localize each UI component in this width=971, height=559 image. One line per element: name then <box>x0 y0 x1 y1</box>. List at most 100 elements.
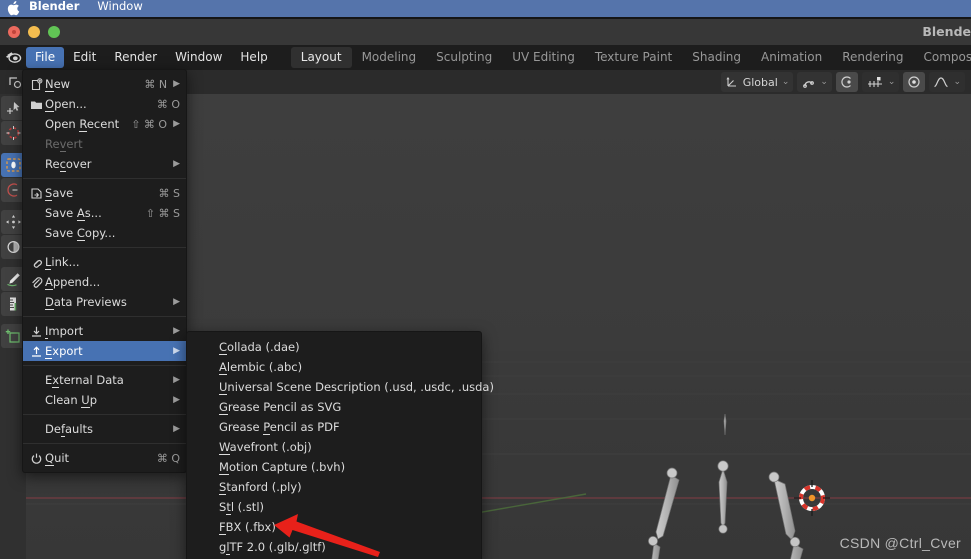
export-item-stanford-ply[interactable]: Stanford (.ply) <box>187 477 481 497</box>
menu-item-label: Save As... <box>45 206 102 221</box>
submenu-arrow-icon: ▶ <box>173 326 180 336</box>
rotate-icon <box>6 183 17 197</box>
menu-item-save[interactable]: Save ⌘ S <box>23 183 186 203</box>
menu-item-recover[interactable]: Recover ▶ <box>23 154 186 174</box>
system-menu-blender[interactable]: Blender <box>20 0 88 13</box>
file-menu-dropdown: New ⌘ N ▶ Open... ⌘ O Open Recent ⇧ ⌘ O … <box>22 69 187 473</box>
menu-item-append[interactable]: Append... <box>23 272 186 292</box>
export-item-fbx[interactable]: FBX (.fbx) <box>187 517 481 537</box>
menu-item-label: Grease Pencil as PDF <box>219 420 340 435</box>
menu-item-defaults[interactable]: Defaults ▶ <box>23 419 186 439</box>
chevron-down-icon[interactable]: ⌄ <box>782 77 790 87</box>
menu-separator <box>23 443 186 444</box>
submenu-arrow-icon: ▶ <box>173 424 180 434</box>
3d-cursor-icon <box>6 126 20 140</box>
menu-item-export[interactable]: Export ▶ <box>23 341 186 361</box>
menu-item-save-as[interactable]: Save As... ⇧ ⌘ S <box>23 203 186 223</box>
menu-item-label: Save Copy... <box>45 226 116 241</box>
export-item-stl[interactable]: Stl (.stl) <box>187 497 481 517</box>
export-item-gltf[interactable]: glTF 2.0 (.glb/.gltf) <box>187 537 481 557</box>
chevron-down-icon[interactable]: ⌄ <box>953 77 961 87</box>
tab-texture-paint[interactable]: Texture Paint <box>585 47 682 68</box>
menu-item-label: Stanford (.ply) <box>219 480 302 495</box>
chevron-down-icon[interactable]: ⌄ <box>888 77 896 87</box>
menu-item-clean-up[interactable]: Clean Up ▶ <box>23 390 186 410</box>
menu-item-quit[interactable]: Quit ⌘ Q <box>23 448 186 468</box>
magnet-icon <box>803 81 815 88</box>
tab-rendering[interactable]: Rendering <box>832 47 913 68</box>
transform-icon <box>6 240 20 254</box>
menu-item-label: Append... <box>45 275 101 290</box>
menu-help[interactable]: Help <box>231 47 276 68</box>
menu-separator <box>23 247 186 248</box>
chevron-down-icon[interactable]: ⌄ <box>820 77 828 87</box>
link-icon <box>27 254 45 270</box>
new-file-icon <box>27 76 45 92</box>
export-item-grease-pencil-svg[interactable]: Grease Pencil as SVG <box>187 397 481 417</box>
menu-item-revert: Revert <box>23 134 186 154</box>
menu-item-label: Recover <box>45 157 92 172</box>
submenu-arrow-icon: ▶ <box>173 346 180 356</box>
menu-item-open[interactable]: Open... ⌘ O <box>23 94 186 114</box>
snap-dropdown[interactable]: ⌄ <box>797 72 832 92</box>
menu-item-label: New <box>45 77 71 92</box>
minimize-button[interactable] <box>28 26 40 38</box>
move-arrows-icon <box>5 158 21 172</box>
export-item-motion-capture-bvh[interactable]: Motion Capture (.bvh) <box>187 457 481 477</box>
menu-item-open-recent[interactable]: Open Recent ⇧ ⌘ O ▶ <box>23 114 186 134</box>
submenu-arrow-icon: ▶ <box>173 79 180 89</box>
export-item-alembic[interactable]: Alembic (.abc) <box>187 357 481 377</box>
menu-item-label: Quit <box>45 451 70 466</box>
menu-render[interactable]: Render <box>105 47 166 68</box>
tab-animation[interactable]: Animation <box>751 47 832 68</box>
proportional-edit-toggle[interactable] <box>835 72 858 92</box>
menu-separator <box>23 316 186 317</box>
tab-compositing[interactable]: Compositing <box>913 47 971 68</box>
menu-item-external-data[interactable]: External Data ▶ <box>23 370 186 390</box>
menu-item-import[interactable]: Import ▶ <box>23 321 186 341</box>
pencil-icon <box>6 273 20 287</box>
tab-uv-editing[interactable]: UV Editing <box>502 47 585 68</box>
menu-item-label: Collada (.dae) <box>219 340 300 355</box>
menu-window[interactable]: Window <box>166 47 231 68</box>
apple-logo-icon[interactable] <box>6 1 20 17</box>
menu-item-link[interactable]: Link... <box>23 252 186 272</box>
menu-separator <box>23 178 186 179</box>
tab-shading[interactable]: Shading <box>682 47 751 68</box>
tab-sculpting[interactable]: Sculpting <box>426 47 502 68</box>
menu-item-label: Link... <box>45 255 80 270</box>
pivot-point-button[interactable] <box>903 72 926 92</box>
transform-orientation-dropdown[interactable]: Global ⌄ <box>720 72 794 92</box>
menu-item-label: Open Recent <box>45 117 120 132</box>
menu-item-save-copy[interactable]: Save Copy... <box>23 223 186 243</box>
save-icon <box>27 185 45 201</box>
tab-modeling[interactable]: Modeling <box>352 47 427 68</box>
folder-open-icon <box>27 96 45 112</box>
system-menu-window[interactable]: Window <box>88 0 151 13</box>
scale-icon <box>5 215 21 229</box>
blender-topbar: File Edit Render Window Help Layout Mode… <box>0 45 971 70</box>
export-item-usd[interactable]: Universal Scene Description (.usd, .usdc… <box>187 377 494 397</box>
blender-logo-icon[interactable] <box>0 45 26 70</box>
export-item-wavefront-obj[interactable]: Wavefront (.obj) <box>187 437 481 457</box>
tab-layout[interactable]: Layout <box>290 47 352 68</box>
menu-item-new[interactable]: New ⌘ N ▶ <box>23 74 186 94</box>
menu-item-label: FBX (.fbx) <box>219 520 276 535</box>
maximize-button[interactable] <box>48 26 60 38</box>
export-item-collada[interactable]: Collada (.dae) <box>187 337 481 357</box>
menu-item-data-previews[interactable]: Data Previews ▶ <box>23 292 186 312</box>
menu-item-label: glTF 2.0 (.glb/.gltf) <box>219 540 326 555</box>
menu-item-shortcut: ⌘ O <box>156 97 180 111</box>
submenu-arrow-icon: ▶ <box>173 375 180 385</box>
menu-edit[interactable]: Edit <box>64 47 105 68</box>
proportional-falloff-dropdown[interactable]: ⌄ <box>861 72 900 92</box>
cursor-select-icon <box>6 102 19 114</box>
pivot-point-icon <box>908 76 921 88</box>
menu-file[interactable]: File <box>26 47 65 68</box>
menu-item-label: Import <box>45 324 84 339</box>
smooth-falloff-icon <box>934 77 949 88</box>
export-item-grease-pencil-pdf[interactable]: Grease Pencil as PDF <box>187 417 481 437</box>
falloff-curve-dropdown[interactable]: ⌄ <box>929 72 965 92</box>
menu-item-label: Clean Up <box>45 393 98 408</box>
close-button[interactable] <box>8 26 20 38</box>
